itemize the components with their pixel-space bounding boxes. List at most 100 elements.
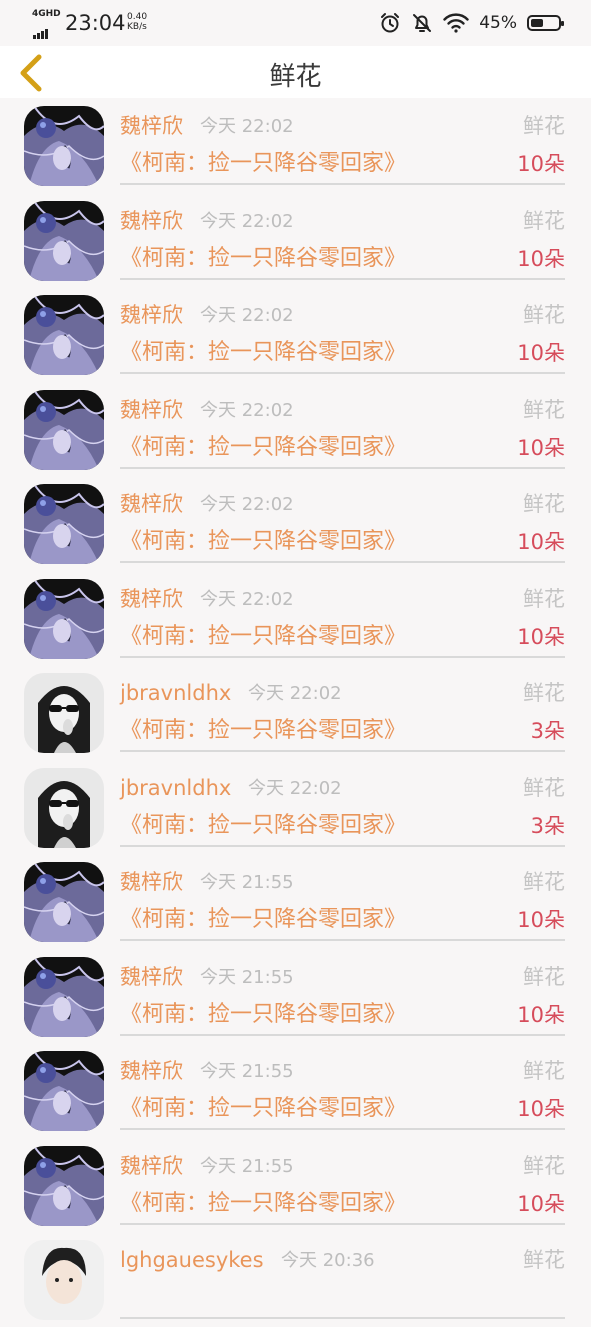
timestamp: 今天 22:02 xyxy=(200,116,294,137)
gift-type: 鲜花 xyxy=(523,681,565,705)
timestamp: 今天 21:55 xyxy=(200,1061,294,1082)
list-item[interactable]: 魏梓欣 今天 21:55 鲜花 《柯南：捡一只降谷零回家》 10朵 xyxy=(0,854,591,949)
gift-type: 鲜花 xyxy=(523,586,565,611)
divider xyxy=(120,844,565,847)
gift-type: 鲜花 xyxy=(523,1248,565,1272)
avatar-image xyxy=(24,389,104,470)
list-item[interactable]: 魏梓欣 今天 22:02 鲜花 《柯南：捡一只降谷零回家》 10朵 xyxy=(0,193,591,288)
avatar[interactable] xyxy=(24,1051,104,1131)
divider xyxy=(120,277,565,280)
username[interactable]: 魏梓欣 xyxy=(120,1057,183,1085)
status-bar: 4GHD 23:04 0.40 KB/s 45% xyxy=(0,0,591,46)
network-speed-unit: KB/s xyxy=(127,22,147,32)
gift-type: 鲜花 xyxy=(523,1153,565,1178)
book-title[interactable]: 《柯南：捡一只降谷零回家》 xyxy=(120,1001,406,1029)
avatar[interactable] xyxy=(24,200,104,281)
avatar[interactable] xyxy=(24,578,104,659)
list-item[interactable]: 魏梓欣 今天 21:55 鲜花 《柯南：捡一只降谷零回家》 10朵 xyxy=(0,1043,591,1138)
avatar[interactable] xyxy=(24,956,104,1037)
book-title[interactable]: 《柯南：捡一只降谷零回家》 xyxy=(120,339,406,367)
network-speed-value: 0.40 xyxy=(127,12,148,22)
book-title[interactable]: 《柯南：捡一只降谷零回家》 xyxy=(120,434,406,462)
timestamp: 今天 22:02 xyxy=(200,588,294,610)
avatar[interactable] xyxy=(24,389,104,470)
book-title[interactable]: 《柯南：捡一只降谷零回家》 xyxy=(120,1190,406,1218)
gift-type: 鲜花 xyxy=(523,114,565,138)
flower-count: 10朵 xyxy=(517,624,565,649)
list-item[interactable]: jbravnldhx 今天 22:02 鲜花 《柯南：捡一只降谷零回家》 3朵 xyxy=(0,760,591,855)
status-icons: 45% xyxy=(379,11,564,35)
list-item[interactable]: 魏梓欣 今天 22:02 鲜花 《柯南：捡一只降谷零回家》 10朵 xyxy=(0,476,591,571)
username[interactable]: 魏梓欣 xyxy=(120,585,183,613)
avatar[interactable] xyxy=(24,767,104,848)
timestamp: 今天 21:55 xyxy=(200,966,294,988)
avatar-image xyxy=(24,295,104,375)
username[interactable]: 魏梓欣 xyxy=(120,868,183,896)
book-title[interactable]: 《柯南：捡一只降谷零回家》 xyxy=(120,1095,406,1123)
book-title[interactable]: 《柯南：捡一只降谷零回家》 xyxy=(120,245,406,273)
avatar[interactable] xyxy=(24,862,104,942)
flower-count: 10朵 xyxy=(517,908,565,932)
divider xyxy=(120,466,565,469)
avatar[interactable] xyxy=(24,484,104,564)
nav-bar: 鲜花 xyxy=(0,46,591,98)
gift-type: 鲜花 xyxy=(523,397,565,422)
list-item[interactable]: lghgauesykes 今天 20:36 鲜花 xyxy=(0,1232,591,1327)
book-title[interactable]: 《柯南：捡一只降谷零回家》 xyxy=(120,717,406,745)
flower-count: 10朵 xyxy=(517,152,565,176)
list-item[interactable]: 魏梓欣 今天 21:55 鲜花 《柯南：捡一只降谷零回家》 10朵 xyxy=(0,1138,591,1233)
list-item[interactable]: 魏梓欣 今天 22:02 鲜花 《柯南：捡一只降谷零回家》 10朵 xyxy=(0,382,591,477)
username[interactable]: lghgauesykes xyxy=(120,1246,264,1274)
book-title[interactable]: 《柯南：捡一只降谷零回家》 xyxy=(120,150,406,178)
flower-count: 10朵 xyxy=(517,1097,565,1121)
username[interactable]: jbravnldhx xyxy=(120,679,231,707)
username[interactable]: 魏梓欣 xyxy=(120,207,183,235)
list-item[interactable]: 魏梓欣 今天 22:02 鲜花 《柯南：捡一只降谷零回家》 10朵 xyxy=(0,571,591,666)
book-title[interactable]: 《柯南：捡一只降谷零回家》 xyxy=(120,623,406,651)
timestamp: 今天 22:02 xyxy=(248,683,342,704)
book-title[interactable]: 《柯南：捡一只降谷零回家》 xyxy=(120,812,406,840)
book-title[interactable]: 《柯南：捡一只降谷零回家》 xyxy=(120,906,406,934)
avatar[interactable] xyxy=(24,106,104,186)
timestamp: 今天 22:02 xyxy=(200,399,294,421)
book-title[interactable]: 《柯南：捡一只降谷零回家》 xyxy=(120,528,406,556)
list-item[interactable]: 魏梓欣 今天 22:02 鲜花 《柯南：捡一只降谷零回家》 10朵 xyxy=(0,287,591,382)
gift-type: 鲜花 xyxy=(523,870,565,894)
avatar[interactable] xyxy=(24,295,104,375)
divider xyxy=(120,1317,565,1319)
list-item[interactable]: jbravnldhx 今天 22:02 鲜花 《柯南：捡一只降谷零回家》 3朵 xyxy=(0,665,591,760)
page-title: 鲜花 xyxy=(269,62,322,92)
username[interactable]: 魏梓欣 xyxy=(120,112,183,140)
username[interactable]: 魏梓欣 xyxy=(120,963,183,991)
timestamp: 今天 22:02 xyxy=(200,210,294,232)
gift-type: 鲜花 xyxy=(523,208,565,233)
username[interactable]: 魏梓欣 xyxy=(120,490,183,518)
avatar[interactable] xyxy=(24,673,104,753)
username[interactable]: 魏梓欣 xyxy=(120,1152,183,1180)
username[interactable]: jbravnldhx xyxy=(120,774,231,802)
divider xyxy=(120,1222,565,1225)
timestamp: 今天 22:02 xyxy=(200,494,294,515)
avatar[interactable] xyxy=(24,1240,104,1320)
avatar-image xyxy=(24,1051,104,1131)
timestamp: 今天 22:02 xyxy=(200,305,294,326)
avatar-image xyxy=(24,1145,104,1226)
flower-count: 10朵 xyxy=(517,341,565,365)
divider xyxy=(120,750,565,752)
divider xyxy=(120,1128,565,1130)
flower-count: 10朵 xyxy=(517,1191,565,1216)
battery-fill xyxy=(531,19,543,27)
timestamp: 今天 21:55 xyxy=(200,1155,294,1177)
divider xyxy=(120,183,565,185)
gift-type: 鲜花 xyxy=(523,964,565,989)
username[interactable]: 魏梓欣 xyxy=(120,396,183,424)
username[interactable]: 魏梓欣 xyxy=(120,301,183,329)
avatar[interactable] xyxy=(24,1145,104,1226)
avatar-image xyxy=(24,956,104,1037)
divider xyxy=(120,561,565,563)
flower-record-list[interactable]: 魏梓欣 今天 22:02 鲜花 《柯南：捡一只降谷零回家》 10朵 魏梓欣 今天… xyxy=(0,98,591,1327)
list-item[interactable]: 魏梓欣 今天 21:55 鲜花 《柯南：捡一只降谷零回家》 10朵 xyxy=(0,949,591,1044)
list-item[interactable]: 魏梓欣 今天 22:02 鲜花 《柯南：捡一只降谷零回家》 10朵 xyxy=(0,98,591,193)
divider xyxy=(120,372,565,374)
network-type: 4GHD xyxy=(32,9,61,19)
